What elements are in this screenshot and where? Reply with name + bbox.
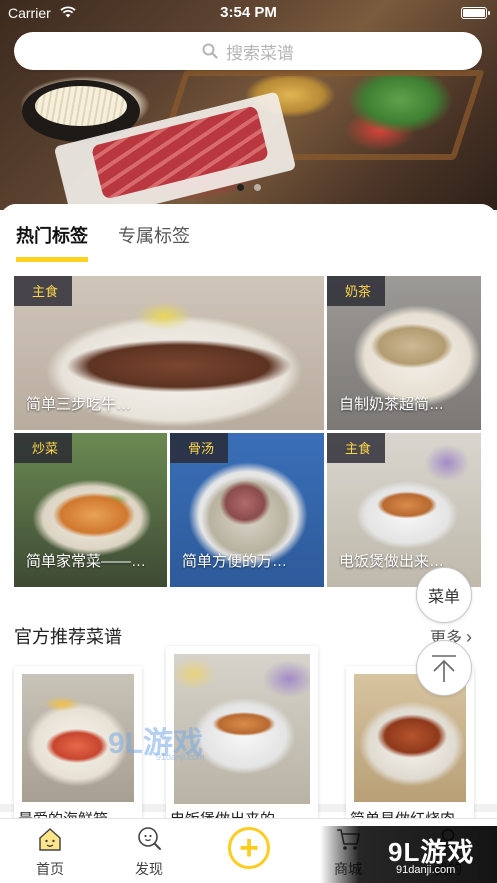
banner-noodle-shape bbox=[35, 86, 127, 126]
banner-page-indicator bbox=[0, 184, 497, 191]
tile-tag-badge: 炒菜 bbox=[14, 433, 73, 463]
arrow-up-icon bbox=[432, 655, 456, 682]
clock: 3:54 PM bbox=[220, 4, 277, 21]
discover-icon bbox=[138, 827, 161, 850]
tab-home-label: 首页 bbox=[36, 861, 64, 877]
battery-icon bbox=[461, 7, 490, 19]
tag-tile[interactable]: 骨汤 简单方便的万… bbox=[170, 433, 324, 587]
tag-tile[interactable]: 炒菜 简单家常菜——… bbox=[14, 433, 167, 587]
menu-float-label: 菜单 bbox=[427, 589, 460, 606]
tile-caption: 简单方便的万… bbox=[182, 553, 288, 570]
section-title: 官方推荐菜谱 bbox=[14, 627, 122, 647]
search-placeholder[interactable]: 搜索菜谱 bbox=[226, 39, 294, 64]
tile-tag-badge: 骨汤 bbox=[170, 433, 229, 463]
tab-discover-label: 发现 bbox=[135, 861, 163, 877]
tile-caption: 自制奶茶超简… bbox=[339, 396, 445, 413]
tab-discover[interactable]: 发现 bbox=[119, 825, 179, 879]
search-icon bbox=[202, 43, 218, 59]
page-dot[interactable] bbox=[253, 184, 261, 191]
status-bar: Carrier 3:54 PM bbox=[0, 0, 497, 26]
home-icon bbox=[39, 828, 61, 851]
tab-home[interactable]: 首页 bbox=[20, 825, 80, 879]
watermark-url: 91danji.com bbox=[396, 864, 456, 876]
watermark: 9L游戏 91danji.com bbox=[320, 826, 497, 883]
tile-caption: 简单三步吃牛… bbox=[26, 396, 132, 413]
tag-tile[interactable]: 主食 电饭煲做出来… bbox=[327, 433, 481, 587]
tab-add-button[interactable]: + bbox=[223, 827, 275, 869]
tile-tag-badge: 奶茶 bbox=[327, 276, 386, 306]
page-dot-active[interactable] bbox=[236, 184, 244, 191]
add-icon: + bbox=[228, 827, 270, 869]
tag-tile[interactable]: 奶茶 自制奶茶超简… bbox=[327, 276, 481, 430]
tab-exclusive-tags[interactable]: 专属标签 bbox=[118, 222, 190, 262]
search-bar[interactable]: 搜索菜谱 bbox=[14, 32, 482, 70]
tag-tabs: 热门标签 专属标签 bbox=[16, 222, 190, 262]
chevron-right-icon: › bbox=[466, 627, 473, 647]
tag-tile[interactable]: 主食 简单三步吃牛… bbox=[14, 276, 324, 430]
tile-tag-badge: 主食 bbox=[327, 433, 386, 463]
tile-caption: 简单家常菜——… bbox=[26, 553, 147, 570]
watermark-url-overlay: 91danji.com bbox=[156, 752, 205, 762]
tab-hot-tags[interactable]: 热门标签 bbox=[16, 222, 88, 262]
scroll-top-button[interactable] bbox=[416, 640, 472, 696]
menu-float-button[interactable]: 菜单 bbox=[416, 567, 472, 623]
tile-tag-badge: 主食 bbox=[14, 276, 73, 306]
